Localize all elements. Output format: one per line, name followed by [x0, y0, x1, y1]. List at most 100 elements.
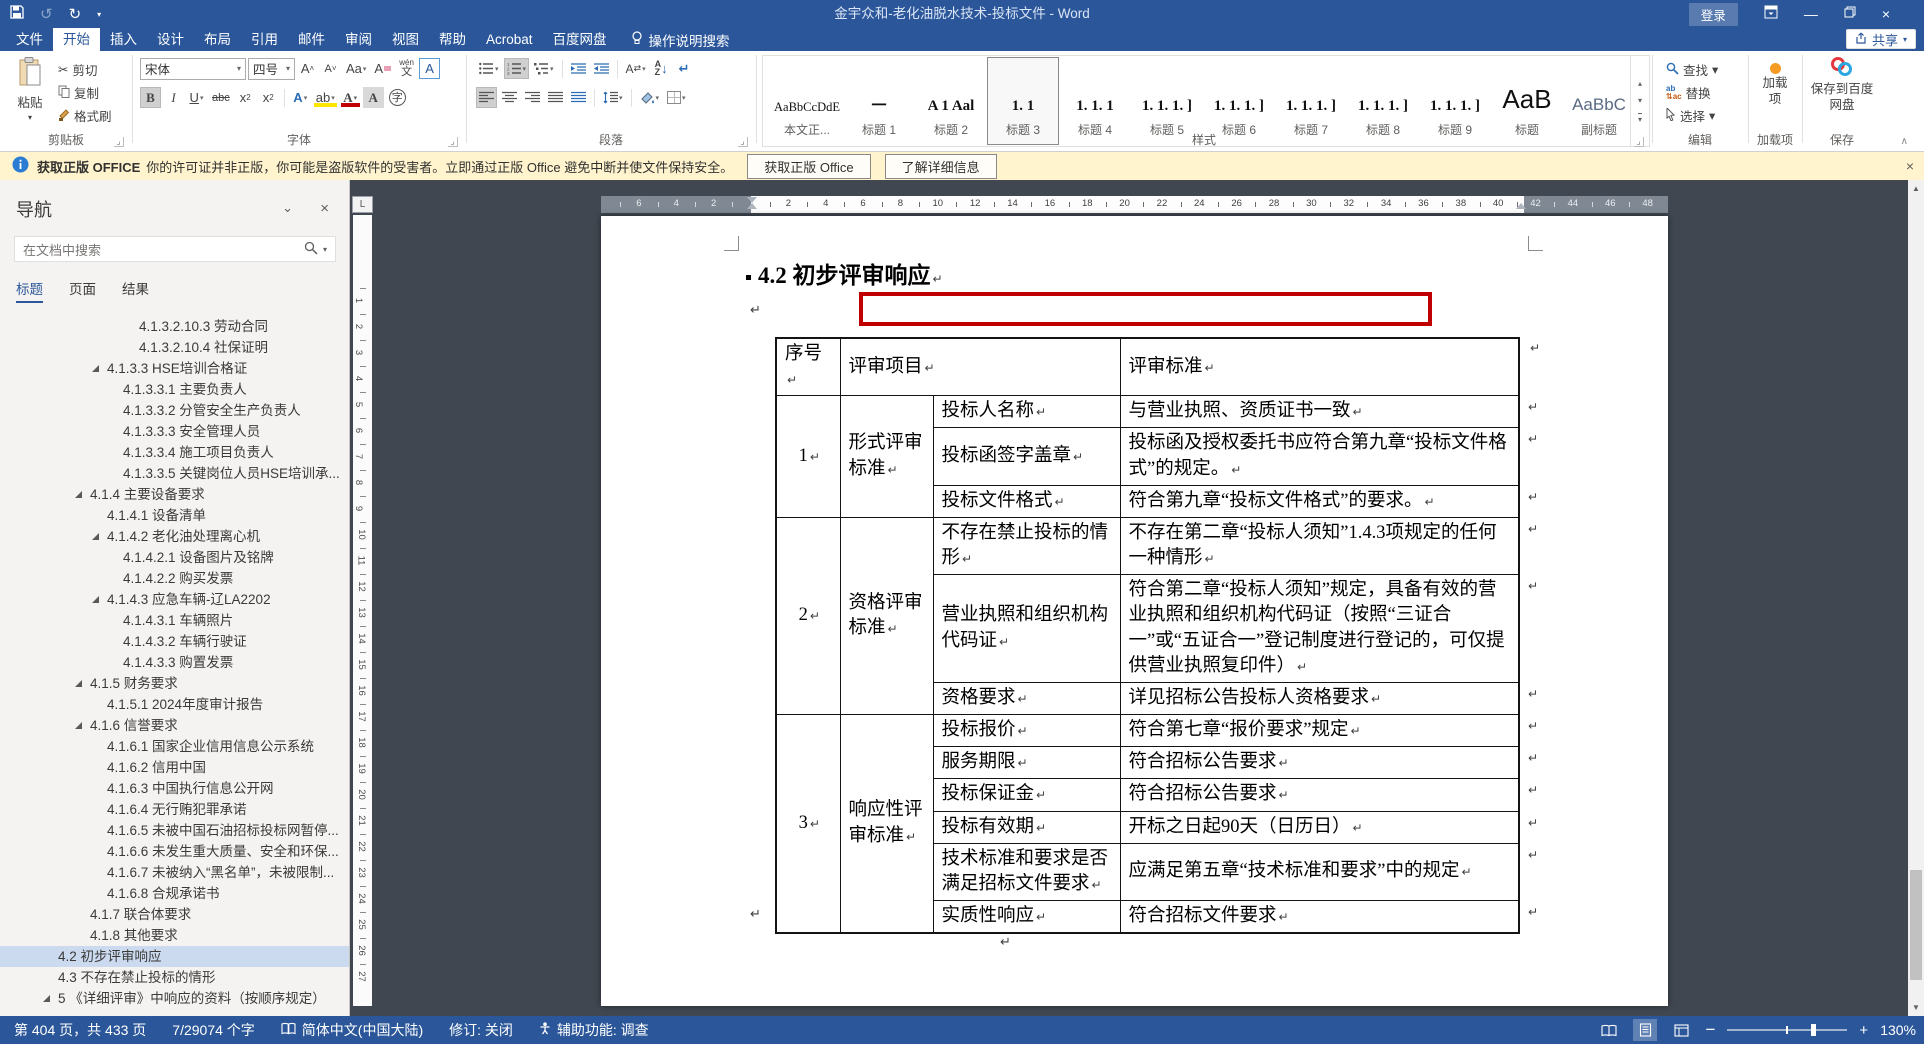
nav-item[interactable]: 4.1.4.2.2 购买发票: [0, 568, 349, 589]
undo-icon[interactable]: ↺: [40, 5, 53, 23]
item-cell[interactable]: 服务期限 ↵: [932, 746, 1121, 780]
share-button[interactable]: 共享 ▾: [1845, 29, 1916, 49]
section-heading[interactable]: 4.2 初步评审响应 ↵: [746, 256, 943, 290]
criteria-cell[interactable]: 符合招标公告要求 ↵ ↵: [1119, 778, 1538, 812]
asian-layout-button[interactable]: A ⇄ ▾: [623, 58, 649, 79]
criteria-cell[interactable]: 符合招标文件要求 ↵ ↵: [1119, 899, 1538, 934]
close-button[interactable]: ×: [1882, 7, 1890, 21]
collapse-arrow-icon[interactable]: [75, 680, 82, 687]
print-layout-button[interactable]: [1633, 1019, 1658, 1041]
paragraph-dialog-launcher[interactable]: ⌟: [738, 137, 748, 147]
zoom-slider-thumb[interactable]: [1811, 1024, 1817, 1036]
tab-开始[interactable]: 开始: [53, 28, 100, 51]
format-painter-button[interactable]: 格式刷: [58, 105, 112, 126]
criteria-cell[interactable]: 投标函及授权委托书应符合第九章“投标文件格式”的规定。 ↵ ↵: [1119, 427, 1538, 486]
ribbon-display-options-icon[interactable]: [1764, 5, 1778, 24]
collapse-arrow-icon[interactable]: [75, 722, 82, 729]
search-options-caret-icon[interactable]: ▾: [323, 245, 327, 254]
nav-item[interactable]: 4.1.4.2.1 设备图片及铭牌: [0, 547, 349, 568]
sort-button[interactable]: A Z ↓: [651, 58, 672, 79]
nav-item[interactable]: 4.1.4.1 设备清单: [0, 505, 349, 526]
collapse-arrow-icon[interactable]: [75, 491, 82, 498]
nav-tab-结果[interactable]: 结果: [122, 278, 149, 303]
collapse-ribbon-icon[interactable]: ∧: [1901, 136, 1908, 147]
character-shading-button[interactable]: A: [362, 87, 384, 108]
nav-item[interactable]: 4.1.3.3.4 施工项目负责人: [0, 442, 349, 463]
tab-stop-selector[interactable]: L: [352, 196, 373, 213]
zoom-level[interactable]: 130%: [1880, 1022, 1916, 1038]
category-cell[interactable]: 资格评审标准 ↵: [839, 516, 934, 716]
align-left-button[interactable]: [476, 87, 497, 108]
increase-indent-button[interactable]: [591, 58, 612, 79]
strikethrough-button[interactable]: abc: [209, 87, 233, 108]
align-right-button[interactable]: [522, 87, 543, 108]
shrink-font-button[interactable]: A ˅: [320, 58, 341, 79]
item-cell[interactable]: 投标函签字盖章 ↵: [932, 427, 1121, 486]
nav-tab-标题[interactable]: 标题: [16, 278, 43, 303]
borders-button[interactable]: ▾: [664, 87, 689, 108]
nav-item[interactable]: 4.1.8 其他要求: [0, 925, 349, 946]
get-genuine-office-button[interactable]: 获取正版 Office: [747, 153, 871, 179]
criteria-cell[interactable]: 与营业执照、资质证书一致 ↵ ↵: [1119, 395, 1538, 429]
scroll-down-icon[interactable]: ▼: [1908, 1003, 1924, 1012]
criteria-cell[interactable]: 符合招标公告要求 ↵ ↵: [1119, 746, 1538, 780]
nav-item[interactable]: 4.1.5.1 2024年度审计报告: [0, 694, 349, 715]
addins-button[interactable]: 加载项: [1753, 59, 1797, 107]
search-icon[interactable]: [304, 241, 318, 258]
nav-item[interactable]: 4.1.4.3.1 车辆照片: [0, 610, 349, 631]
nav-item[interactable]: 4.1.6.4 无行贿犯罪承诺: [0, 799, 349, 820]
tab-引用[interactable]: 引用: [241, 28, 288, 51]
page-indicator[interactable]: 第 404 页，共 433 页: [14, 1020, 146, 1040]
find-button[interactable]: 查找 ▾: [1666, 59, 1718, 80]
show-marks-button[interactable]: ↵: [674, 58, 695, 79]
redo-icon[interactable]: ↻: [69, 5, 82, 23]
criteria-cell[interactable]: 详见招标公告投标人资格要求 ↵ ↵: [1119, 681, 1538, 716]
paste-button[interactable]: 粘贴 ▾: [8, 57, 52, 122]
indent-marker[interactable]: [1516, 203, 1526, 209]
tab-文件[interactable]: 文件: [6, 28, 53, 51]
vertical-ruler[interactable]: 1 2 3 4 5 6 7 8 9 10 11 12 13 14 15 16 17 18 19 20 21 22 23 24 2…: [353, 215, 372, 1006]
superscript-button[interactable]: x2: [258, 87, 279, 108]
baidu-save-button[interactable]: 保存到百度网盘: [1807, 57, 1877, 113]
evaluation-table[interactable]: 序号↵ 评审项目 ↵ 评审标准 ↵ ↵ 1 ↵ 形式评审标准 ↵ 投标人名称 ↵ 与营业执照、资质证书一…: [775, 337, 1540, 935]
nav-item[interactable]: 4.1.6.1 国家企业信用信息公示系统: [0, 736, 349, 757]
nav-item[interactable]: 4.1.6.7 未被纳入“黑名单”，未被限制...: [0, 862, 349, 883]
nav-item[interactable]: 4.1.5 财务要求: [0, 673, 349, 694]
styles-dialog-launcher[interactable]: ⌟: [1634, 137, 1644, 147]
nav-item[interactable]: 4.1.6 信誉要求: [0, 715, 349, 736]
minimize-button[interactable]: —: [1804, 7, 1818, 21]
underline-button[interactable]: U ▾: [186, 87, 207, 108]
nav-item[interactable]: 4.2 初步评审响应: [0, 946, 349, 967]
item-cell[interactable]: 投标有效期 ↵: [932, 810, 1121, 844]
nav-item[interactable]: 4.1.3.3.5 关键岗位人员HSE培训承...: [0, 463, 349, 484]
font-family-combo[interactable]: 宋体 ▾: [140, 57, 246, 80]
item-cell[interactable]: 投标文件格式 ↵: [932, 484, 1121, 518]
text-effects-button[interactable]: A ▾: [290, 87, 311, 108]
replace-button[interactable]: ab ⇅ac 替换: [1666, 82, 1711, 103]
word-count[interactable]: 7/29074 个字: [172, 1020, 255, 1040]
font-size-combo[interactable]: 四号 ▾: [248, 57, 295, 80]
font-color-button[interactable]: A ▾: [340, 87, 361, 108]
change-case-button[interactable]: Aa ▾: [343, 58, 369, 79]
item-cell[interactable]: 投标保证金 ↵: [932, 778, 1121, 812]
shading-button[interactable]: ▾: [637, 87, 663, 108]
highlight-box[interactable]: [859, 292, 1432, 326]
clear-formatting-button[interactable]: A: [371, 58, 394, 79]
nav-item[interactable]: 5 《详细评审》中响应的资料（按顺序规定）: [0, 988, 349, 1009]
customize-qat-icon[interactable]: ▾: [97, 10, 101, 19]
nav-item[interactable]: 4.1.7 联合体要求: [0, 904, 349, 925]
scroll-up-icon[interactable]: ▲: [1908, 184, 1924, 193]
collapse-arrow-icon[interactable]: [92, 365, 99, 372]
tab-审阅[interactable]: 审阅: [335, 28, 382, 51]
web-layout-button[interactable]: [1669, 1019, 1693, 1041]
numbering-button[interactable]: 1 2 3 ▾: [503, 58, 530, 79]
nav-options-chevron-icon[interactable]: ⌄: [282, 200, 293, 216]
decrease-indent-button[interactable]: [568, 58, 589, 79]
collapse-arrow-icon[interactable]: [92, 596, 99, 603]
nav-item[interactable]: 4.3 不存在禁止投标的情形: [0, 967, 349, 988]
criteria-cell[interactable]: 开标之日起90天（日历日） ↵ ↵: [1119, 810, 1538, 844]
bullets-button[interactable]: ▾: [476, 58, 502, 79]
phonetic-guide-button[interactable]: wén 文: [396, 58, 417, 79]
nav-close-icon[interactable]: ×: [320, 200, 329, 217]
zoom-slider[interactable]: [1727, 1024, 1848, 1036]
